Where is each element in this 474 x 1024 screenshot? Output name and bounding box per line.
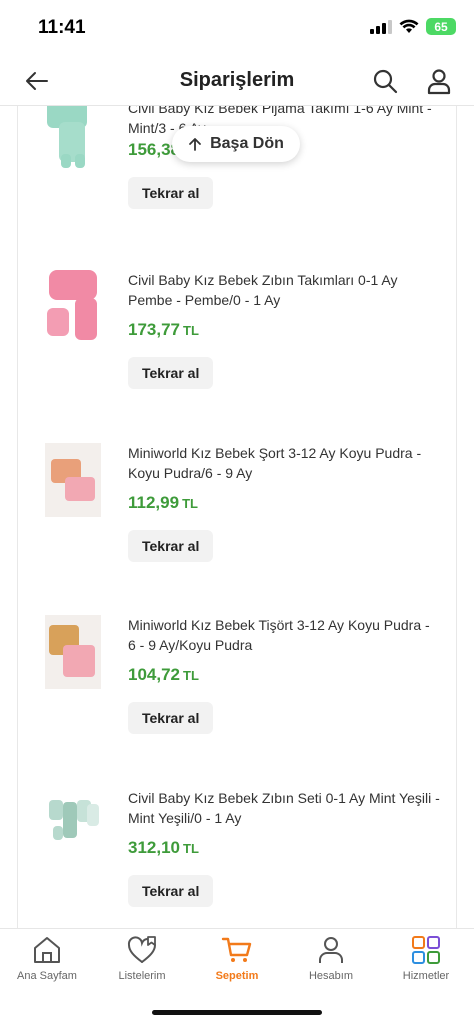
battery-icon: 65 (426, 18, 456, 35)
product-name[interactable]: Civil Baby Kız Bebek Zıbın Takımları 0-1… (128, 270, 440, 310)
nav-label: Listelerim (118, 970, 166, 982)
reorder-button[interactable]: Tekrar al (128, 357, 214, 389)
nav-item-account[interactable]: Hesabım (284, 935, 378, 982)
reorder-button[interactable]: Tekrar al (128, 702, 214, 734)
product-name[interactable]: Civil Baby Kız Bebek Zıbın Seti 0-1 Ay M… (128, 788, 440, 828)
user-icon[interactable] (424, 66, 454, 96)
nav-item-lists[interactable]: Listelerim (95, 935, 189, 982)
wifi-icon (399, 19, 419, 33)
nav-label: Ana Sayfam (17, 970, 77, 982)
home-indicator (152, 1010, 322, 1015)
app-header: Siparişlerim (0, 56, 474, 106)
nav-label: Hesabım (308, 970, 354, 982)
product-image (45, 443, 101, 517)
status-bar: 11:41 65 (0, 0, 474, 56)
cart-icon (221, 937, 252, 962)
nav-label: Hizmetler (402, 970, 450, 982)
product-price: 104,72 TL (128, 665, 199, 684)
nav-item-home[interactable]: Ana Sayfam (0, 935, 94, 982)
page-title: Siparişlerim (179, 69, 295, 91)
product-price: 112,99 TL (128, 493, 198, 512)
product-image (45, 615, 101, 689)
product-image (47, 106, 87, 168)
bottom-nav: Ana Sayfam Listelerim Sepetim Hesabım Hi… (0, 928, 474, 1024)
reorder-button[interactable]: Tekrar al (128, 875, 214, 907)
search-icon[interactable] (370, 66, 400, 96)
back-to-top-button[interactable]: Başa Dön (172, 126, 300, 162)
product-price: 173,77 TL (128, 320, 199, 339)
signal-icon (370, 19, 392, 34)
product-name[interactable]: Miniworld Kız Bebek Tişört 3-12 Ay Koyu … (128, 615, 440, 655)
product-name[interactable]: Miniworld Kız Bebek Şort 3-12 Ay Koyu Pu… (128, 443, 440, 483)
order-list[interactable]: Civil Baby Kız Bebek Pijama Takımı 1-6 A… (0, 106, 474, 928)
grid-icon (412, 936, 440, 964)
product-image (47, 270, 97, 340)
reorder-button[interactable]: Tekrar al (128, 177, 214, 209)
nav-item-services[interactable]: Hizmetler (379, 935, 473, 982)
product-image (49, 800, 99, 840)
user-icon (319, 937, 343, 963)
product-price: 312,10 TL (128, 838, 199, 857)
nav-item-cart[interactable]: Sepetim (190, 935, 284, 982)
back-to-top-label: Başa Dön (210, 135, 284, 152)
reorder-button[interactable]: Tekrar al (128, 530, 214, 562)
status-icons: 65 (370, 18, 456, 35)
heart-list-icon (127, 936, 156, 963)
home-icon (34, 937, 60, 963)
arrow-up-icon (189, 138, 201, 151)
nav-label: Sepetim (215, 970, 259, 982)
status-time: 11:41 (38, 17, 86, 38)
